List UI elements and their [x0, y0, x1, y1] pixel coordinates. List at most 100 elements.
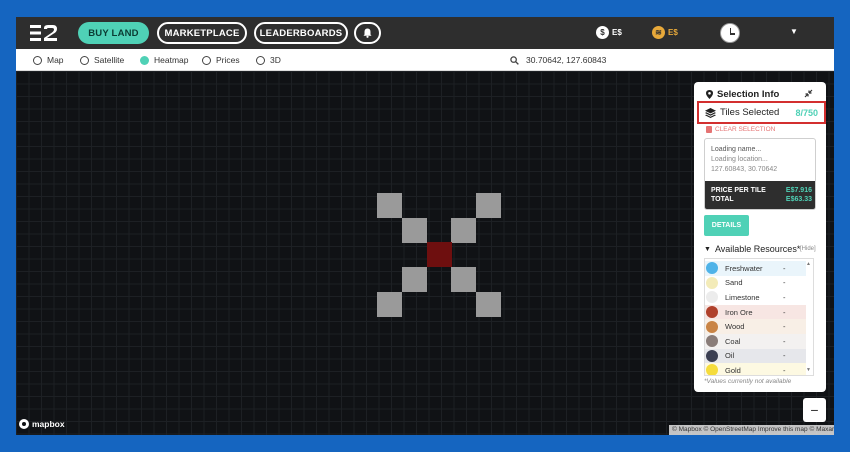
map-mode-3d[interactable]: 3D	[256, 55, 281, 65]
bell-icon	[363, 28, 372, 38]
resource-value: -	[783, 351, 786, 361]
gold-icon	[706, 364, 718, 375]
price-summary: PRICE PER TILE E$7.916 TOTAL E$63.33	[705, 181, 815, 209]
selection-info-panel: Selection Info Tiles Selected 8/750 CLEA…	[694, 82, 826, 392]
map-mode-map[interactable]: Map	[33, 55, 64, 65]
resource-name: Iron Ore	[725, 307, 753, 317]
panel-title-text: Selection Info	[717, 89, 780, 100]
resource-value: -	[783, 278, 786, 288]
collapse-icon[interactable]	[804, 89, 813, 98]
resource-value: -	[783, 307, 786, 317]
scroll-down-icon[interactable]: ▼	[806, 367, 811, 373]
location-coords: 127.60843, 30.70642	[711, 166, 778, 173]
resource-name: Coal	[725, 336, 741, 346]
coal-icon	[706, 335, 718, 348]
resource-row: Iron Ore -	[705, 304, 806, 320]
limestone-icon	[706, 291, 718, 304]
map-mode-label: Map	[47, 55, 64, 65]
map-tile-center[interactable]	[427, 242, 452, 267]
resource-row: Freshwater -	[705, 261, 806, 276]
resource-row: Oil -	[705, 348, 806, 364]
map-mode-heatmap[interactable]: Heatmap	[140, 55, 189, 65]
map-tile[interactable]	[377, 193, 402, 218]
tiles-selected-label: Tiles Selected	[720, 107, 780, 118]
marketplace-button[interactable]: MARKETPLACE	[157, 22, 247, 44]
resource-row: Limestone -	[705, 290, 806, 305]
resource-row: Gold -	[705, 363, 806, 375]
map-mode-bar: Map Satellite Heatmap Prices 3D 30.70642…	[16, 49, 834, 71]
search-icon	[510, 55, 519, 65]
resource-name: Oil	[725, 351, 735, 361]
resource-value: -	[783, 263, 786, 273]
wood-icon	[706, 320, 718, 333]
map-tile[interactable]	[402, 267, 427, 292]
resources-note: *Values currently not available	[704, 378, 792, 385]
total-label: TOTAL	[711, 196, 734, 203]
radio-selected-icon	[140, 55, 149, 65]
radio-icon	[33, 55, 42, 65]
details-button[interactable]: DETAILS	[704, 215, 749, 236]
resource-name: Sand	[725, 278, 743, 288]
map-tile[interactable]	[476, 193, 501, 218]
map-mode-prices[interactable]: Prices	[202, 55, 240, 65]
notifications-button[interactable]	[354, 22, 381, 44]
map-tile[interactable]	[402, 218, 427, 243]
map-attribution[interactable]: © Mapbox © OpenStreetMap Improve this ma…	[669, 425, 834, 435]
sand-icon	[706, 276, 718, 289]
radio-icon	[256, 55, 265, 65]
map-mode-satellite[interactable]: Satellite	[80, 55, 124, 65]
resource-row: Wood -	[705, 319, 806, 334]
leaderboards-button[interactable]: LEADERBOARDS	[254, 22, 348, 44]
resources-title: Available Resources*	[714, 244, 801, 254]
map-mode-label: 3D	[270, 55, 281, 65]
coordinate-search[interactable]: 30.70642, 127.60843	[510, 52, 710, 68]
map-mode-label: Satellite	[94, 55, 125, 65]
resources-list[interactable]: Freshwater - Sand - Limestone - Iron Ore…	[704, 258, 814, 376]
resource-value: -	[783, 365, 786, 375]
tiles-selected-row: Tiles Selected 8/750	[697, 101, 826, 124]
map-tile[interactable]	[451, 267, 476, 292]
mapbox-logo-text: mapbox	[32, 419, 65, 429]
resource-value: -	[783, 292, 786, 302]
resource-row: Sand -	[705, 275, 806, 291]
resource-name: Limestone	[725, 292, 760, 302]
oil-icon	[706, 349, 718, 362]
freshwater-icon	[706, 262, 718, 275]
chevron-down-icon[interactable]: ▼	[790, 27, 798, 36]
map-tile[interactable]	[377, 292, 402, 317]
dollar-icon: $	[596, 26, 609, 39]
trash-icon	[706, 126, 712, 133]
resource-name: Gold	[725, 365, 741, 375]
tiles-selected-count: 8/750	[795, 108, 818, 118]
layers-icon	[705, 107, 716, 118]
clear-selection-button[interactable]: CLEAR SELECTION	[706, 126, 775, 133]
clear-selection-label: CLEAR SELECTION	[715, 126, 776, 133]
resources-toggle[interactable]: ▼ Available Resources*	[704, 244, 800, 254]
location-info-box: Loading name... Loading location... 127.…	[704, 138, 816, 210]
location-name: Loading name...	[711, 146, 762, 153]
essence-coin-icon: ≋	[652, 26, 665, 39]
map-tile[interactable]	[476, 292, 501, 317]
scroll-up-icon[interactable]: ▲	[806, 261, 811, 267]
buy-land-button[interactable]: BUY LAND	[78, 22, 149, 44]
map-tile[interactable]	[451, 218, 476, 243]
essence-balance: E$	[668, 28, 678, 37]
top-navbar: BUY LAND MARKETPLACE LEADERBOARDS $ E$ ≋…	[16, 17, 834, 49]
resources-scrollbar[interactable]: ▲ ▼	[806, 261, 812, 373]
resource-row: Coal -	[705, 334, 806, 349]
price-per-tile-label: PRICE PER TILE	[711, 187, 766, 194]
radio-icon	[80, 55, 89, 65]
hide-resources-link[interactable]: [Hide]	[800, 246, 816, 252]
iron-ore-icon	[706, 306, 718, 319]
map-mode-label: Heatmap	[154, 55, 189, 65]
e2-logo[interactable]	[30, 25, 58, 41]
user-avatar[interactable]	[720, 23, 740, 43]
map-pin-icon	[706, 90, 713, 99]
caret-down-icon: ▼	[704, 245, 711, 253]
zoom-out-button[interactable]: −	[803, 398, 826, 422]
resource-value: -	[783, 322, 786, 332]
coordinate-text: 30.70642, 127.60843	[526, 55, 607, 65]
map-mode-label: Prices	[216, 55, 240, 65]
mapbox-logo[interactable]: mapbox	[19, 419, 65, 429]
location-address: Loading location...	[711, 156, 768, 163]
